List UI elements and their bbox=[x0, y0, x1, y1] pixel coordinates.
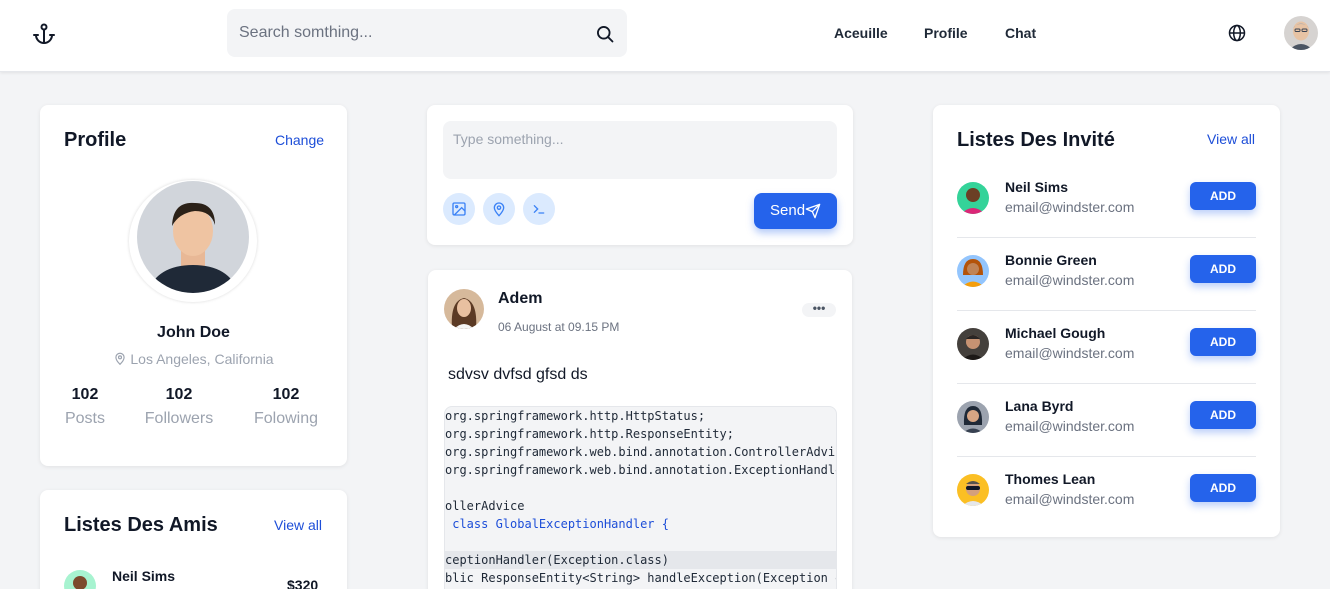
composer-card: Send bbox=[427, 105, 853, 245]
profile-avatar[interactable] bbox=[137, 181, 249, 293]
code-snippet: org.springframework.http.HttpStatus; org… bbox=[444, 406, 837, 589]
top-navbar: Aceuille Profile Chat bbox=[0, 0, 1330, 72]
terminal-icon bbox=[533, 205, 545, 214]
code-button[interactable] bbox=[523, 193, 555, 225]
code-line: org.springframework.web.bind.annotation.… bbox=[445, 445, 836, 459]
code-line: blic ResponseEntity<String> handleExcept… bbox=[445, 571, 836, 585]
invite-row: Bonnie Green email@windster.com ADD bbox=[957, 238, 1256, 311]
location-pin-icon bbox=[493, 202, 505, 217]
friends-card: Listes Des Amis View all Neil Sims $320 bbox=[40, 490, 347, 589]
send-button[interactable]: Send bbox=[754, 193, 837, 229]
invite-avatar[interactable] bbox=[957, 401, 989, 433]
send-label: Send bbox=[770, 202, 806, 219]
profile-card: Profile Change John Doe Los Angeles, Cal… bbox=[40, 105, 347, 466]
invites-title: Listes Des Invité bbox=[957, 129, 1115, 151]
code-line: ollerAdvice bbox=[445, 499, 525, 513]
nav-link-profile[interactable]: Profile bbox=[924, 25, 968, 41]
friends-view-all-link[interactable]: View all bbox=[274, 517, 322, 533]
profile-name: John Doe bbox=[157, 324, 230, 341]
stat-following-value: 102 bbox=[272, 386, 300, 403]
friends-title: Listes Des Amis bbox=[64, 514, 218, 536]
invite-row: Lana Byrd email@windster.com ADD bbox=[957, 384, 1256, 457]
image-icon bbox=[452, 202, 466, 216]
location-text: Los Angeles, California bbox=[130, 351, 274, 367]
search-icon[interactable] bbox=[595, 24, 615, 44]
code-line: class GlobalExceptionHandler { bbox=[445, 517, 669, 531]
profile-title: Profile bbox=[64, 129, 127, 151]
friend-amount: $320 bbox=[287, 577, 319, 589]
add-button[interactable]: ADD bbox=[1190, 401, 1256, 429]
invite-email: email@windster.com bbox=[1005, 345, 1135, 361]
invites-view-all-link[interactable]: View all bbox=[1207, 131, 1255, 147]
stat-followers-label: Followers bbox=[144, 410, 214, 427]
friend-name: Neil Sims bbox=[112, 568, 176, 584]
invite-name: Thomes Lean bbox=[1005, 471, 1096, 487]
invite-avatar[interactable] bbox=[957, 255, 989, 287]
code-line-highlighted: ceptionHandler(Exception.class) bbox=[445, 551, 836, 569]
nav-link-aceuille[interactable]: Aceuille bbox=[834, 25, 888, 41]
user-avatar[interactable] bbox=[1284, 16, 1318, 50]
invite-name: Bonnie Green bbox=[1005, 252, 1097, 268]
post-textarea[interactable] bbox=[443, 121, 837, 179]
more-options-button[interactable]: ••• bbox=[802, 302, 836, 317]
post-card: Adem 06 August at 09.15 PM ••• sdvsv dvf… bbox=[428, 270, 852, 589]
location-pin-icon bbox=[115, 352, 126, 366]
invite-email: email@windster.com bbox=[1005, 199, 1135, 215]
post-author-name[interactable]: Adem bbox=[498, 290, 542, 308]
invites-card: Listes Des Invité View all Neil Sims ema… bbox=[933, 105, 1280, 537]
invite-name: Lana Byrd bbox=[1005, 398, 1074, 414]
code-line: org.springframework.http.ResponseEntity; bbox=[445, 427, 734, 441]
location-button[interactable] bbox=[483, 193, 515, 225]
post-timestamp: 06 August at 09.15 PM bbox=[498, 320, 620, 334]
add-button[interactable]: ADD bbox=[1190, 474, 1256, 502]
stat-posts-label: Posts bbox=[64, 410, 105, 427]
search-bar bbox=[227, 9, 627, 57]
invite-name: Michael Gough bbox=[1005, 325, 1106, 341]
profile-location: Los Angeles, California bbox=[40, 351, 347, 367]
nav-link-chat[interactable]: Chat bbox=[1005, 25, 1036, 41]
invite-row: Neil Sims email@windster.com ADD bbox=[957, 165, 1256, 238]
add-button[interactable]: ADD bbox=[1190, 182, 1256, 210]
globe-icon[interactable] bbox=[1227, 23, 1247, 43]
search-input[interactable] bbox=[227, 9, 627, 57]
invite-name: Neil Sims bbox=[1005, 179, 1069, 195]
post-author-avatar[interactable] bbox=[444, 289, 484, 329]
add-button[interactable]: ADD bbox=[1190, 255, 1256, 283]
change-profile-link[interactable]: Change bbox=[275, 132, 324, 148]
image-upload-button[interactable] bbox=[443, 193, 475, 225]
invite-email: email@windster.com bbox=[1005, 418, 1135, 434]
invite-row: Thomes Lean email@windster.com ADD bbox=[957, 457, 1256, 530]
stat-following-label: Folowing bbox=[253, 410, 319, 427]
invite-avatar[interactable] bbox=[957, 182, 989, 214]
invite-avatar[interactable] bbox=[957, 328, 989, 360]
stat-posts-value: 102 bbox=[71, 386, 99, 403]
paper-plane-icon bbox=[805, 203, 821, 219]
anchor-icon[interactable] bbox=[32, 22, 56, 46]
invite-avatar[interactable] bbox=[957, 474, 989, 506]
invite-email: email@windster.com bbox=[1005, 272, 1135, 288]
invite-email: email@windster.com bbox=[1005, 491, 1135, 507]
code-line: org.springframework.web.bind.annotation.… bbox=[445, 463, 836, 477]
stat-followers-value: 102 bbox=[165, 386, 193, 403]
invite-row: Michael Gough email@windster.com ADD bbox=[957, 311, 1256, 384]
friend-avatar[interactable] bbox=[64, 570, 96, 589]
post-text: sdvsv dvfsd gfsd ds bbox=[448, 366, 588, 383]
code-line: org.springframework.http.HttpStatus; bbox=[445, 409, 706, 423]
add-button[interactable]: ADD bbox=[1190, 328, 1256, 356]
